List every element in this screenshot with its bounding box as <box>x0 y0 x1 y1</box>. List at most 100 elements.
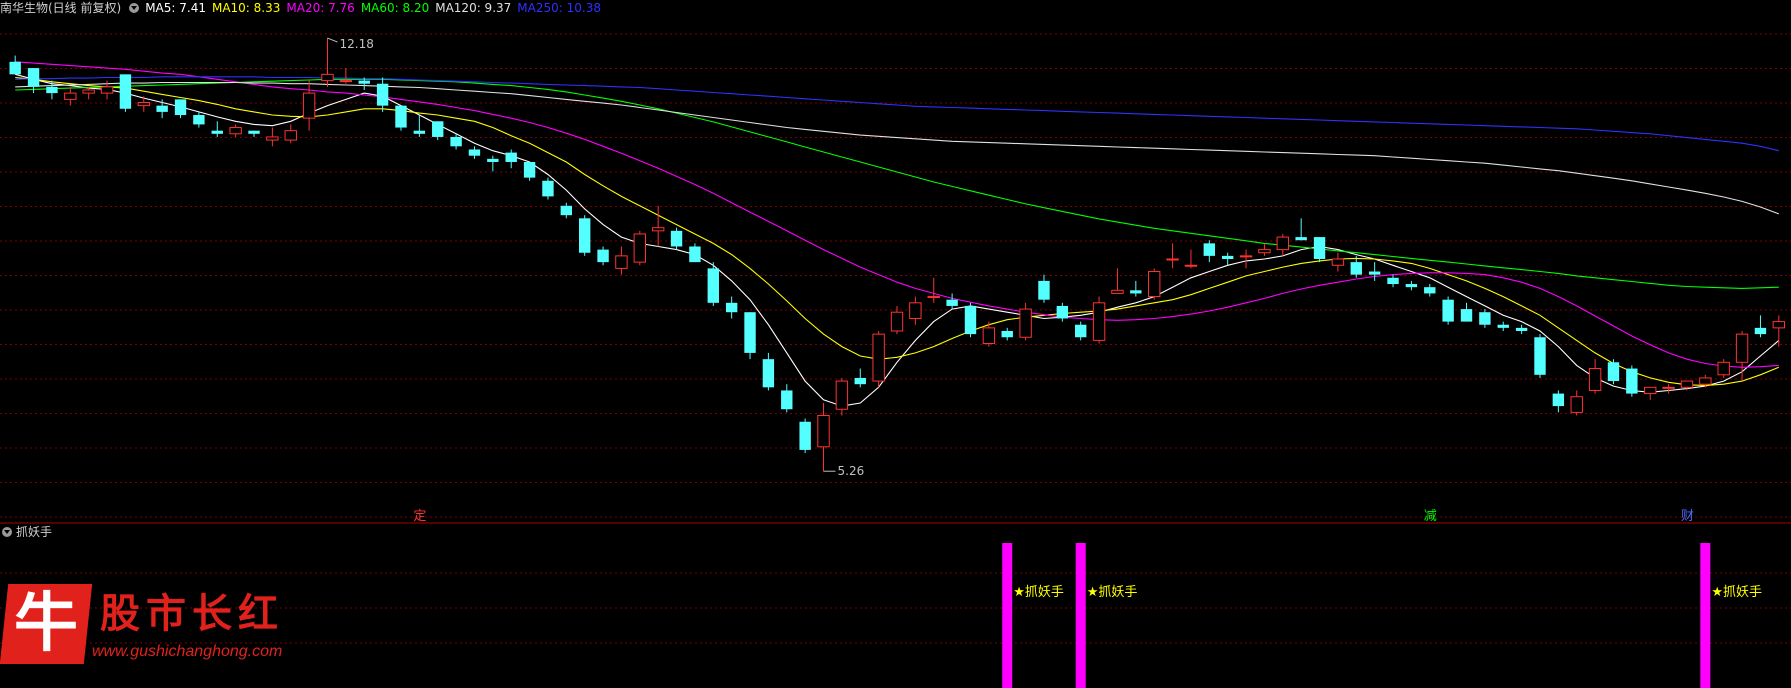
candle <box>1717 359 1730 378</box>
candle-body-up <box>1735 333 1749 363</box>
candle-body-down <box>523 161 536 178</box>
candle <box>1019 302 1032 341</box>
candle <box>1001 327 1013 341</box>
candle-body-up <box>872 333 885 382</box>
candle-body-up <box>927 296 940 299</box>
indicator-ma60: MA60: 8.20 <box>360 1 430 15</box>
candle <box>46 80 58 100</box>
candle-body-down <box>1626 368 1638 394</box>
candle-body-down <box>725 302 738 313</box>
candle <box>633 230 646 266</box>
candle-body-down <box>1442 299 1454 322</box>
candle <box>1607 359 1620 385</box>
candle-body-down <box>1221 255 1234 259</box>
event-markers: 定减财跌榜 <box>413 509 1694 524</box>
high-pointer <box>327 37 338 43</box>
candle-body-down <box>248 130 260 134</box>
candle <box>505 149 517 169</box>
candle <box>1368 262 1381 281</box>
candle <box>523 161 536 181</box>
candle-body-up <box>1644 386 1657 395</box>
candle <box>1570 390 1583 416</box>
candle-body-down <box>1534 337 1546 375</box>
candle-body-down <box>1479 312 1491 325</box>
candle-body-down <box>781 390 793 410</box>
candle-body-down <box>358 80 370 84</box>
candle <box>1534 334 1546 378</box>
candle <box>1644 386 1657 400</box>
high-label: 12.18 <box>339 37 373 51</box>
candle-body-down <box>487 158 499 162</box>
candle-body-down <box>211 130 223 134</box>
candle-body-down <box>560 205 573 216</box>
candle <box>413 115 426 137</box>
candle-body-down <box>1130 290 1142 294</box>
candle <box>1239 249 1253 269</box>
candle <box>1331 252 1345 272</box>
candle-body-down <box>395 105 407 128</box>
candle-body-up <box>1331 258 1345 266</box>
ma-line-ma60 <box>15 78 1779 289</box>
candle <box>1479 309 1491 328</box>
candle-body-down <box>1038 280 1050 300</box>
candle <box>1276 233 1289 256</box>
candle-body-up <box>633 233 646 263</box>
candle-body-down <box>1313 237 1326 259</box>
candle-body-down <box>468 149 481 156</box>
candle-body-up <box>1166 258 1179 261</box>
candle <box>1258 243 1271 256</box>
candle-body-up <box>890 311 904 332</box>
candle-body-up <box>1588 368 1602 391</box>
candle <box>302 80 316 131</box>
candle <box>615 246 628 275</box>
dropdown-icon[interactable] <box>2 527 12 537</box>
candle-body-down <box>854 377 866 385</box>
candle-body-down <box>174 99 187 116</box>
candle <box>1552 390 1565 413</box>
candle-body-down <box>689 246 701 263</box>
candle <box>248 130 260 137</box>
ma-line-ma120 <box>15 81 1779 215</box>
candle <box>1754 315 1767 338</box>
candle-body-down <box>505 152 517 162</box>
candle <box>670 227 683 250</box>
candle <box>762 352 775 391</box>
event-marker: 减 <box>1424 509 1437 524</box>
candle-body-down <box>193 115 205 125</box>
logo-text: 股市长红 <box>100 590 284 637</box>
candle <box>578 215 591 256</box>
logo-char: 牛 <box>14 586 78 661</box>
candle-body-up <box>909 302 922 319</box>
candle-body-down <box>946 299 958 306</box>
dropdown-icon[interactable] <box>129 3 140 13</box>
candle-body-up <box>284 130 297 141</box>
signal-label: ★抓妖手 <box>1013 585 1064 600</box>
candle-body-up <box>1717 361 1730 376</box>
moving-average-lines <box>15 61 1780 407</box>
candle-body-down <box>1387 277 1399 285</box>
candle <box>1497 321 1509 331</box>
candle-body-up <box>266 136 279 141</box>
candle-body-down <box>1075 324 1087 338</box>
candle <box>872 330 885 388</box>
candle <box>781 384 793 413</box>
candle <box>487 155 499 172</box>
candle <box>1092 296 1106 344</box>
candle-body-up <box>302 92 316 119</box>
candle <box>1166 243 1179 269</box>
candle <box>799 418 811 454</box>
candle-body-down <box>707 268 719 303</box>
indicator-ma250: MA250: 10.38 <box>517 1 601 15</box>
candle <box>156 99 168 119</box>
candle <box>982 321 996 347</box>
candle <box>321 38 334 87</box>
candle <box>707 262 719 306</box>
candle-body-up <box>82 89 95 94</box>
candle-body-down <box>450 136 462 147</box>
indicator-values: MA5: 7.41 MA10: 8.33 MA20: 7.76 MA60: 8.20 M… <box>145 1 607 15</box>
candle <box>835 377 849 416</box>
candle-body-down <box>1203 243 1216 256</box>
candle-body-up <box>100 86 114 94</box>
candle-body-up <box>321 73 334 82</box>
candle-body-down <box>597 249 609 263</box>
